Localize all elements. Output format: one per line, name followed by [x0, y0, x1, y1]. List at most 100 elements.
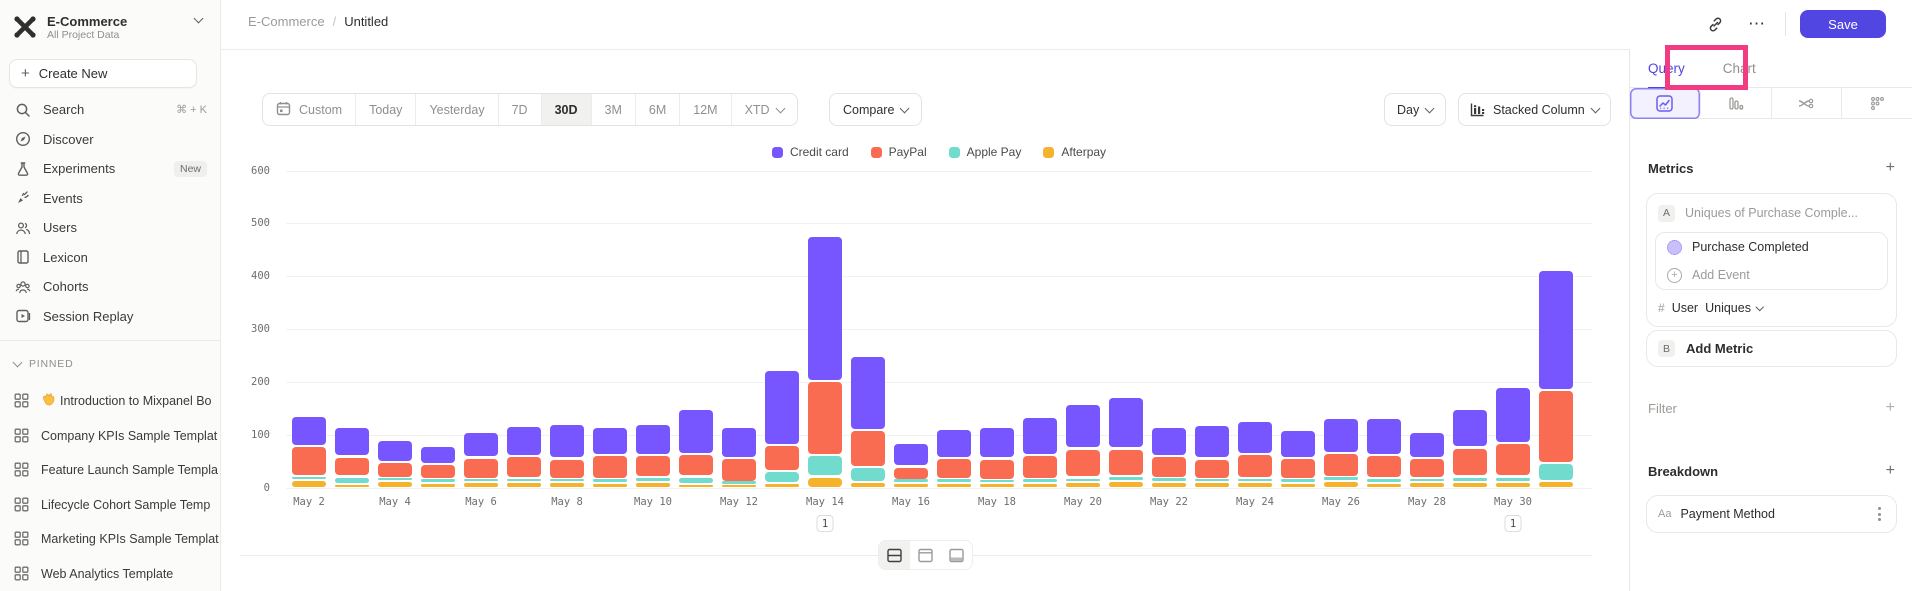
bar-segment-credit-card[interactable] [808, 237, 842, 381]
bar-segment-apple-pay[interactable] [636, 478, 670, 481]
insights-tab[interactable] [1630, 88, 1701, 119]
bar-segment-paypal[interactable] [1066, 450, 1100, 477]
bar-segment-credit-card[interactable] [937, 430, 971, 457]
bar-segment-apple-pay[interactable] [378, 478, 412, 481]
chart-type-button[interactable]: Stacked Column [1458, 93, 1611, 126]
bar-segment-credit-card[interactable] [1281, 431, 1315, 457]
layout-table-bottom-button[interactable] [941, 541, 972, 569]
bar-segment-afterpay[interactable] [550, 483, 584, 487]
bar-segment-credit-card[interactable] [1023, 418, 1057, 453]
bar-segment-apple-pay[interactable] [679, 478, 713, 483]
bar-segment-apple-pay[interactable] [1152, 478, 1186, 481]
bar-segment-apple-pay[interactable] [937, 479, 971, 482]
bar-segment-paypal[interactable] [1109, 450, 1143, 475]
bar-segment-afterpay[interactable] [1238, 483, 1272, 487]
bar-segment-apple-pay[interactable] [1109, 477, 1143, 480]
bar-segment-credit-card[interactable] [507, 427, 541, 454]
bar-segment-credit-card[interactable] [851, 357, 885, 429]
bar-segment-afterpay[interactable] [1367, 484, 1401, 487]
create-new-button[interactable]: + Create New [9, 59, 197, 88]
bar-segment-credit-card[interactable] [1410, 433, 1444, 457]
sidebar-item-search[interactable]: Search⌘ + K [0, 95, 221, 125]
bar-segment-apple-pay[interactable] [1453, 478, 1487, 481]
bar-segment-apple-pay[interactable] [1066, 479, 1100, 482]
range-yesterday[interactable]: Yesterday [416, 94, 498, 125]
bar-segment-afterpay[interactable] [464, 483, 498, 487]
bar-segment-afterpay[interactable] [722, 485, 756, 488]
bar-segment-apple-pay[interactable] [894, 479, 928, 482]
bar-segment-apple-pay[interactable] [593, 479, 627, 482]
sidebar-item-users[interactable]: Users [0, 213, 221, 243]
bar-segment-paypal[interactable] [1195, 460, 1229, 478]
project-switcher[interactable]: E-Commerce All Project Data [12, 9, 212, 45]
bar-segment-paypal[interactable] [1496, 444, 1530, 476]
pinned-board-item[interactable]: Marketing KPIs Sample Templat [0, 522, 221, 557]
bar-segment-paypal[interactable] [378, 463, 412, 477]
legend-item-credit-card[interactable]: Credit card [772, 145, 849, 159]
bar-segment-credit-card[interactable] [1324, 419, 1358, 452]
bar-segment-afterpay[interactable] [765, 484, 799, 487]
breadcrumb-report-title[interactable]: Untitled [344, 14, 388, 29]
add-event-row[interactable]: + Add Event [1656, 261, 1887, 289]
add-breakdown-plus-button[interactable]: + [1886, 463, 1895, 479]
bar-segment-paypal[interactable] [937, 459, 971, 478]
bar-segment-apple-pay[interactable] [1367, 479, 1401, 482]
bar-segment-afterpay[interactable] [378, 482, 412, 487]
bar-segment-afterpay[interactable] [507, 483, 541, 487]
bar-segment-credit-card[interactable] [1066, 405, 1100, 447]
pinned-board-item[interactable]: Company KPIs Sample Templat [0, 419, 221, 454]
bar-segment-credit-card[interactable] [1109, 398, 1143, 447]
funnels-tab[interactable] [1701, 88, 1772, 119]
metric-b-card[interactable]: B Add Metric [1646, 330, 1897, 367]
bar-segment-apple-pay[interactable] [722, 481, 756, 484]
bar-segment-paypal[interactable] [980, 460, 1014, 479]
bar-segment-apple-pay[interactable] [1410, 479, 1444, 482]
bar-segment-afterpay[interactable] [1539, 482, 1573, 487]
retention-tab[interactable] [1842, 88, 1912, 119]
bar-segment-afterpay[interactable] [1152, 483, 1186, 487]
bar-segment-apple-pay[interactable] [1238, 479, 1272, 482]
bar-segment-apple-pay[interactable] [980, 480, 1014, 483]
tab-query[interactable]: Query [1648, 49, 1685, 88]
bar-segment-credit-card[interactable] [1539, 271, 1573, 389]
bar-segment-paypal[interactable] [1367, 456, 1401, 477]
bar-segment-credit-card[interactable] [550, 425, 584, 457]
bar-segment-afterpay[interactable] [335, 485, 369, 488]
bar-segment-credit-card[interactable] [464, 433, 498, 457]
bar-segment-paypal[interactable] [1410, 459, 1444, 477]
pinned-section-header[interactable]: PINNED [14, 358, 73, 370]
range-today[interactable]: Today [356, 94, 416, 125]
layout-chart-only-button[interactable] [910, 541, 941, 569]
bar-segment-credit-card[interactable] [980, 428, 1014, 457]
range-custom[interactable]: Custom [263, 94, 356, 125]
range-xtd[interactable]: XTD [732, 94, 797, 125]
bar-segment-credit-card[interactable] [1367, 419, 1401, 454]
bar-segment-paypal[interactable] [722, 459, 756, 481]
bar-segment-credit-card[interactable] [292, 417, 326, 445]
bar-segment-afterpay[interactable] [894, 484, 928, 487]
annotation-count-badge[interactable]: 1 [817, 515, 834, 532]
pinned-board-item[interactable]: Introduction to Mixpanel Bo [0, 384, 221, 419]
bar-segment-apple-pay[interactable] [550, 479, 584, 482]
bar-segment-apple-pay[interactable] [335, 478, 369, 483]
bar-segment-paypal[interactable] [593, 456, 627, 477]
bar-segment-apple-pay[interactable] [1324, 477, 1358, 480]
save-button[interactable]: Save [1800, 10, 1886, 38]
sidebar-item-cohorts[interactable]: Cohorts [0, 272, 221, 302]
bar-segment-paypal[interactable] [421, 465, 455, 478]
bar-segment-afterpay[interactable] [1453, 483, 1487, 487]
pinned-board-item[interactable]: Feature Launch Sample Templa [0, 453, 221, 488]
legend-item-paypal[interactable]: PayPal [871, 145, 927, 159]
bar-segment-apple-pay[interactable] [292, 477, 326, 480]
bar-segment-apple-pay[interactable] [1023, 479, 1057, 482]
sidebar-item-lexicon[interactable]: Lexicon [0, 243, 221, 273]
range-6m[interactable]: 6M [636, 94, 680, 125]
bar-segment-apple-pay[interactable] [1281, 479, 1315, 482]
bar-segment-paypal[interactable] [1023, 456, 1057, 478]
breakdown-card[interactable]: Aa Payment Method [1646, 495, 1897, 533]
bar-segment-afterpay[interactable] [937, 484, 971, 487]
bar-segment-afterpay[interactable] [1496, 483, 1530, 487]
annotation-count-badge[interactable]: 1 [1505, 515, 1522, 532]
pinned-board-item[interactable]: Web Analytics Template [0, 557, 221, 591]
bar-segment-afterpay[interactable] [980, 484, 1014, 487]
